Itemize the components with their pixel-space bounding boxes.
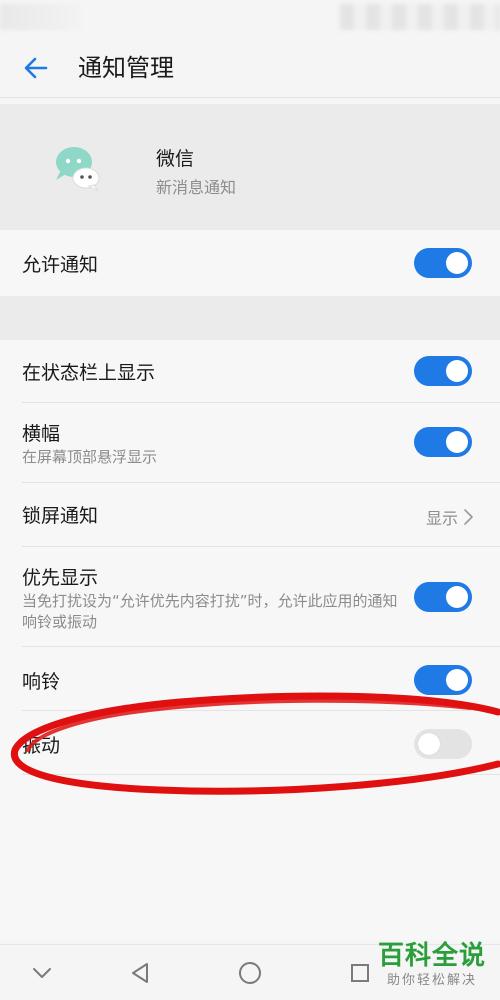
wechat-bubbles-icon — [56, 147, 100, 192]
toggle-knob — [446, 431, 468, 453]
arrow-left-icon — [24, 57, 48, 79]
status-bar-display-row[interactable]: 在状态栏上显示 — [0, 340, 500, 403]
ring-toggle[interactable] — [414, 665, 472, 695]
divider — [22, 774, 500, 775]
watermark: 百科全说 助你轻松解决 — [378, 940, 486, 990]
toggle-knob — [418, 733, 440, 755]
triangle-back-icon — [132, 963, 148, 983]
vibrate-row[interactable]: 振动 — [0, 711, 500, 775]
allow-notifications-row[interactable]: 允许通知 — [0, 230, 500, 296]
toggle-knob — [446, 669, 468, 691]
section-gap — [0, 296, 500, 340]
status-bar-left-blurred — [0, 4, 80, 30]
app-header: 通知管理 — [0, 36, 500, 98]
page-title: 通知管理 — [78, 54, 174, 82]
lock-screen-value[interactable]: 显示 — [426, 505, 474, 529]
watermark-title: 百科全说 — [377, 941, 486, 971]
priority-display-label: 优先显示 — [22, 567, 99, 589]
lock-screen-label: 锁屏通知 — [22, 505, 99, 527]
status-bar-right-blurred — [340, 4, 500, 30]
nav-home-button[interactable] — [234, 957, 266, 989]
status-bar-display-label: 在状态栏上显示 — [22, 362, 156, 384]
status-bar-display-toggle[interactable] — [414, 356, 472, 386]
banner-toggle[interactable] — [414, 427, 472, 457]
circle-home-icon — [239, 962, 261, 984]
nav-recents-button[interactable] — [344, 957, 376, 989]
square-recents-icon — [351, 964, 369, 982]
chevron-down-icon — [33, 968, 51, 978]
nav-back-button[interactable] — [124, 957, 156, 989]
lock-screen-row[interactable]: 锁屏通知 显示 — [0, 483, 500, 547]
app-subtitle: 新消息通知 — [156, 178, 237, 197]
toggle-knob — [446, 360, 468, 382]
vibrate-toggle[interactable] — [414, 729, 472, 759]
allow-notifications-label: 允许通知 — [22, 254, 99, 276]
status-bar — [0, 0, 500, 36]
priority-display-description: 当免打扰设为“允许优先内容打扰”时，允许此应用的通知响铃或振动 — [22, 592, 398, 631]
banner-label: 横幅 — [22, 423, 61, 445]
app-info: 微信 新消息通知 — [0, 104, 500, 230]
ring-label: 响铃 — [22, 671, 61, 693]
allow-notifications-toggle[interactable] — [414, 248, 472, 278]
ring-row[interactable]: 响铃 — [0, 647, 500, 711]
app-name: 微信 — [156, 148, 195, 170]
notification-settings-list: 在状态栏上显示 横幅 在屏幕顶部悬浮显示 锁屏通知 显示 优先显示 当免打扰设为… — [0, 340, 500, 940]
lock-screen-value-text: 显示 — [425, 509, 458, 528]
vibrate-label: 振动 — [22, 735, 61, 757]
watermark-subtitle: 助你轻松解决 — [386, 973, 477, 988]
nav-collapse-button[interactable] — [26, 957, 58, 989]
back-button[interactable] — [16, 48, 56, 88]
toggle-knob — [446, 586, 468, 608]
toggle-knob — [446, 252, 468, 274]
priority-display-toggle[interactable] — [414, 582, 472, 612]
chevron-right-icon — [464, 509, 473, 525]
priority-display-row[interactable]: 优先显示 当免打扰设为“允许优先内容打扰”时，允许此应用的通知响铃或振动 — [0, 547, 500, 647]
banner-row[interactable]: 横幅 在屏幕顶部悬浮显示 — [0, 403, 500, 483]
banner-description: 在屏幕顶部悬浮显示 — [22, 448, 158, 466]
